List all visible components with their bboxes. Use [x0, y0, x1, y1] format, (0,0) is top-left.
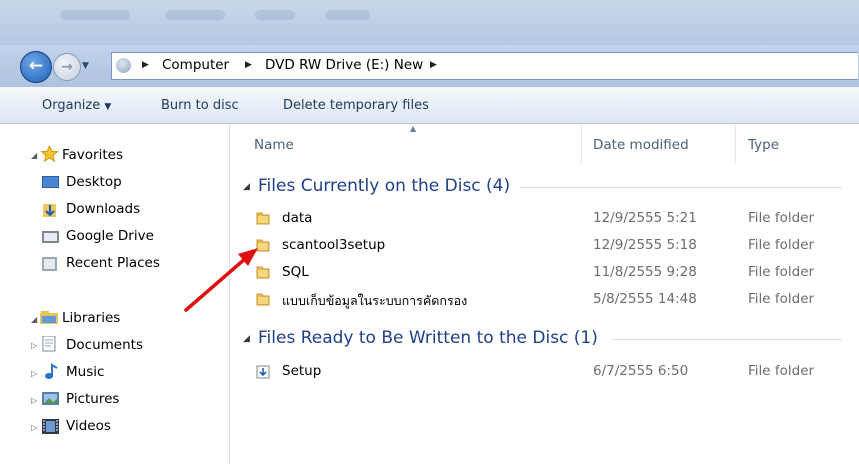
- annotation-arrow: [184, 248, 258, 312]
